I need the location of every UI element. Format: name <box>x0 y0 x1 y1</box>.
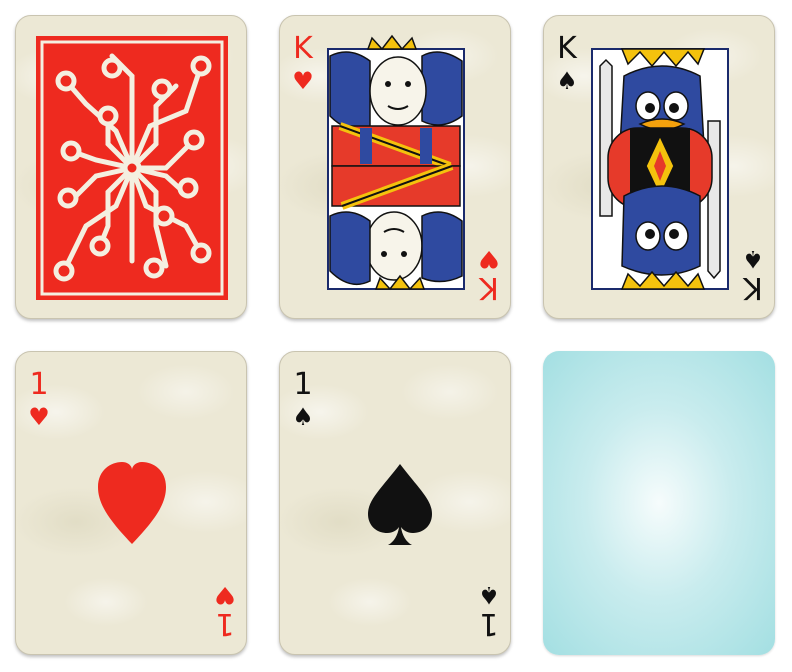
spade-pip-icon <box>368 464 432 545</box>
empty-card-slot[interactable] <box>543 351 775 655</box>
ace-of-spades-card[interactable]: 1 ♠ 1 ♠ <box>279 351 511 655</box>
ace-of-hearts-card[interactable]: 1 ♥ 1 ♥ <box>15 351 247 655</box>
king-of-hearts-card[interactable]: K ♥ K ♥ <box>279 15 511 319</box>
king-of-spades-card[interactable]: K ♠ K ♠ <box>543 15 775 319</box>
king-figure-icon <box>327 34 465 291</box>
king-figure-icon <box>591 48 729 290</box>
circuit-pattern-icon <box>36 36 228 300</box>
heart-pip-icon <box>98 462 166 544</box>
card-back[interactable] <box>15 15 247 319</box>
